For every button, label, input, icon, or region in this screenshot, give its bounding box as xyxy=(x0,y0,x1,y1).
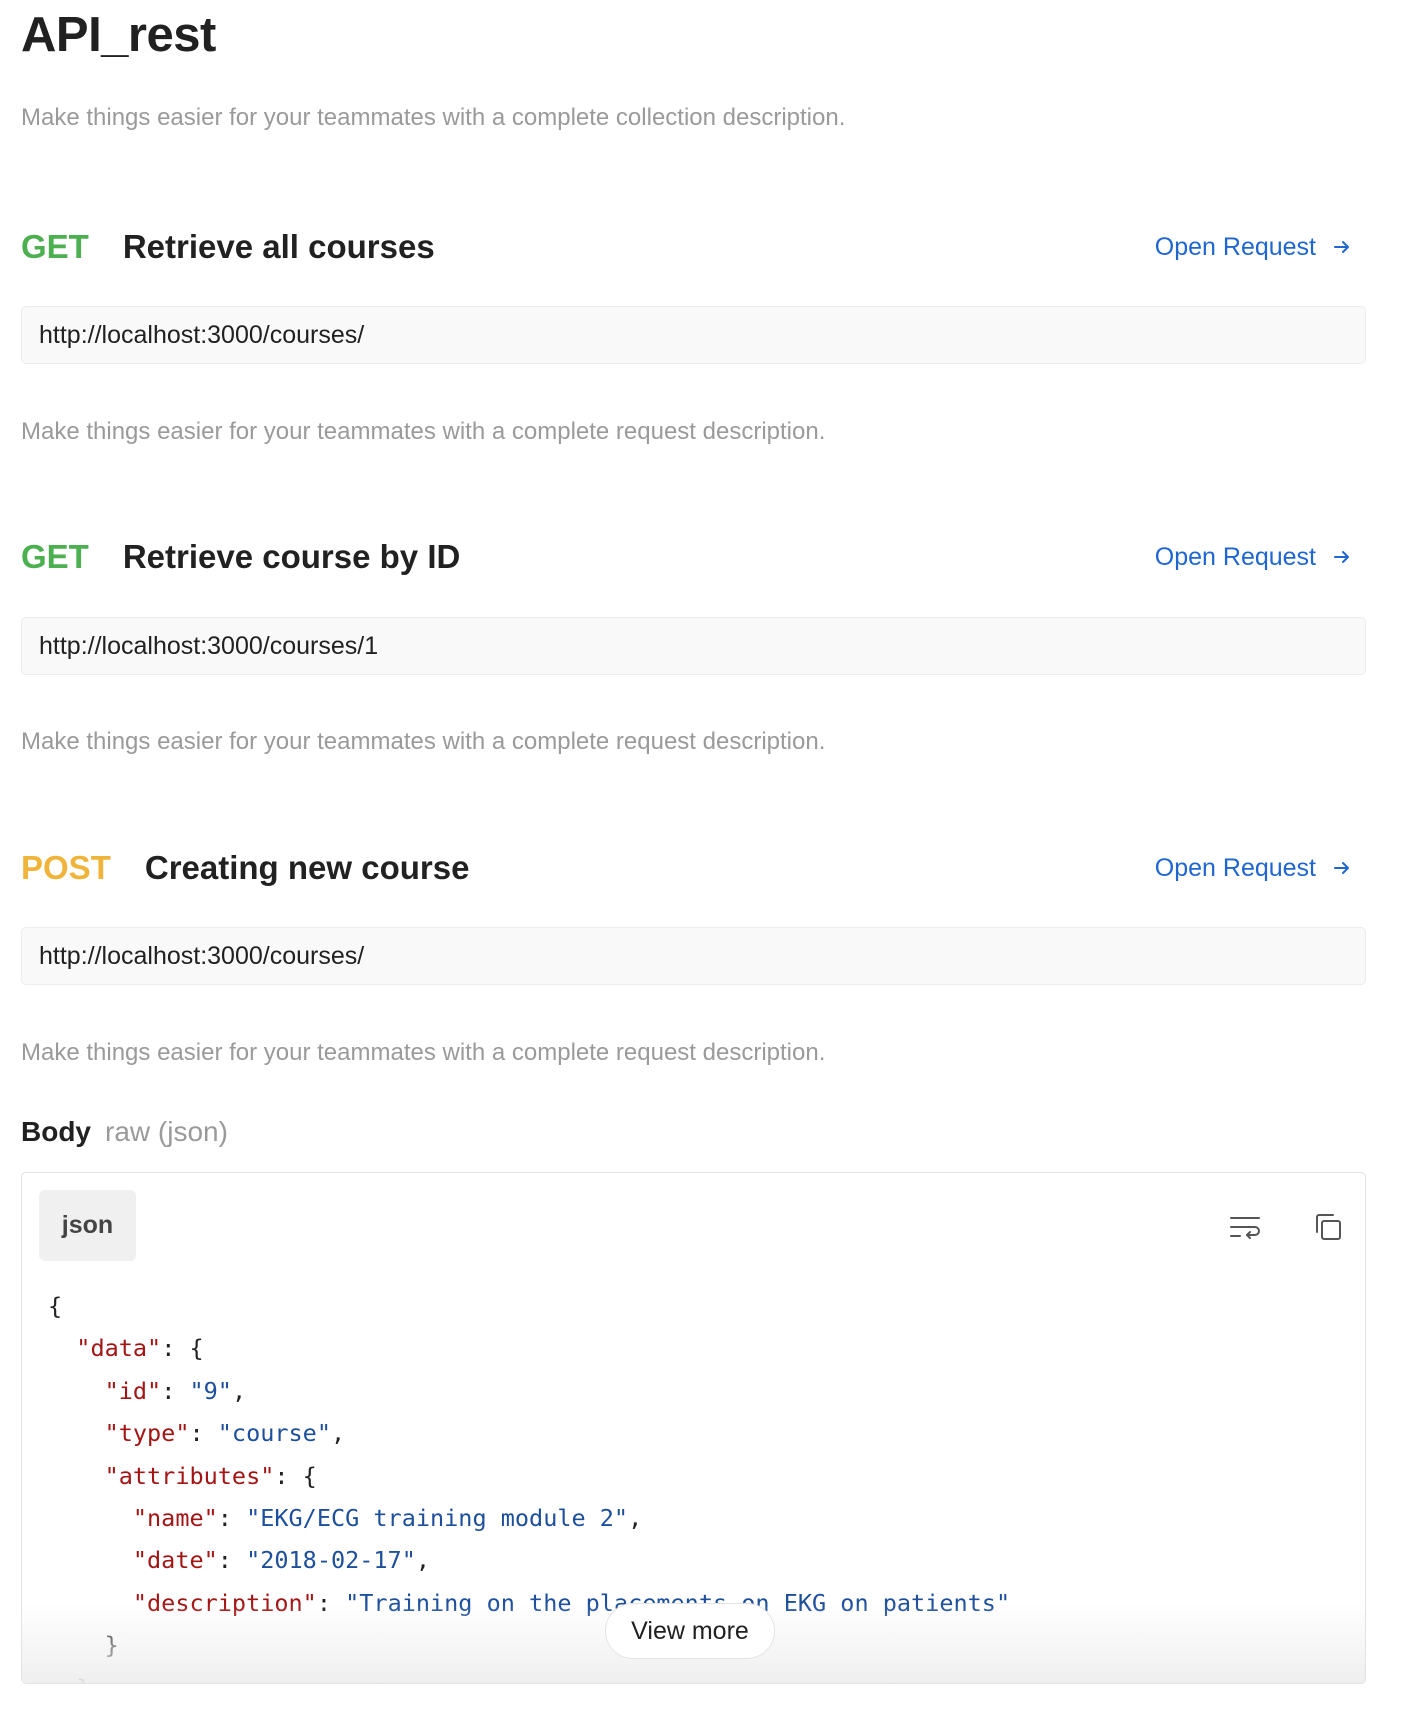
request-title: Retrieve course by ID xyxy=(122,538,461,575)
json-key: "attributes" xyxy=(104,1461,275,1490)
body-title: Body xyxy=(21,1116,91,1147)
open-request-label: Open Request xyxy=(1154,542,1316,571)
request-header: GET Retrieve course by ID Open Request xyxy=(21,535,1368,579)
body-mode: raw (json) xyxy=(105,1116,228,1147)
json-key: "data" xyxy=(76,1334,162,1363)
json-string: "EKG/ECG training module 2" xyxy=(246,1504,629,1533)
json-string: "9" xyxy=(189,1376,232,1405)
open-request-link[interactable]: Open Request xyxy=(1155,233,1352,262)
request-description: Make things easier for your teammates wi… xyxy=(21,728,826,755)
method-badge: GET xyxy=(21,538,89,575)
request-url[interactable]: http://localhost:3000/courses/ xyxy=(21,306,1366,364)
copy-icon[interactable] xyxy=(1308,1207,1348,1247)
request-title: Retrieve all courses xyxy=(122,228,435,265)
method-badge: GET xyxy=(21,228,89,265)
view-more-button[interactable]: View more xyxy=(605,1603,775,1659)
code-token: { xyxy=(48,1292,63,1320)
json-key: "name" xyxy=(132,1504,218,1533)
language-chip[interactable]: json xyxy=(39,1190,136,1261)
request-header: GET Retrieve all courses Open Request xyxy=(21,225,1368,269)
json-string: "course" xyxy=(217,1419,331,1448)
arrow-right-icon xyxy=(1332,547,1352,567)
request-description: Make things easier for your teammates wi… xyxy=(21,418,826,445)
code-block: json { "data": { "id": "9", "type": "cou… xyxy=(21,1172,1366,1684)
json-key: "type" xyxy=(104,1419,190,1448)
json-key: "date" xyxy=(132,1546,218,1575)
request-url[interactable]: http://localhost:3000/courses/ xyxy=(21,927,1366,985)
request-title: Creating new course xyxy=(144,849,470,886)
open-request-link[interactable]: Open Request xyxy=(1155,543,1352,572)
json-string: "2018-02-17" xyxy=(246,1546,416,1575)
open-request-link[interactable]: Open Request xyxy=(1155,854,1352,883)
request-description: Make things easier for your teammates wi… xyxy=(21,1039,826,1066)
collection-description: Make things easier for your teammates wi… xyxy=(21,104,846,131)
body-label: Body raw (json) xyxy=(21,1116,228,1148)
request-header: POST Creating new course Open Request xyxy=(21,846,1368,890)
json-key: "id" xyxy=(104,1376,162,1405)
open-request-label: Open Request xyxy=(1154,853,1316,882)
wrap-lines-icon[interactable] xyxy=(1225,1207,1265,1247)
method-badge: POST xyxy=(21,849,111,886)
collection-title: API_rest xyxy=(21,8,216,62)
arrow-right-icon xyxy=(1332,237,1352,257)
arrow-right-icon xyxy=(1332,858,1352,878)
open-request-label: Open Request xyxy=(1154,232,1316,261)
request-url[interactable]: http://localhost:3000/courses/1 xyxy=(21,617,1366,675)
